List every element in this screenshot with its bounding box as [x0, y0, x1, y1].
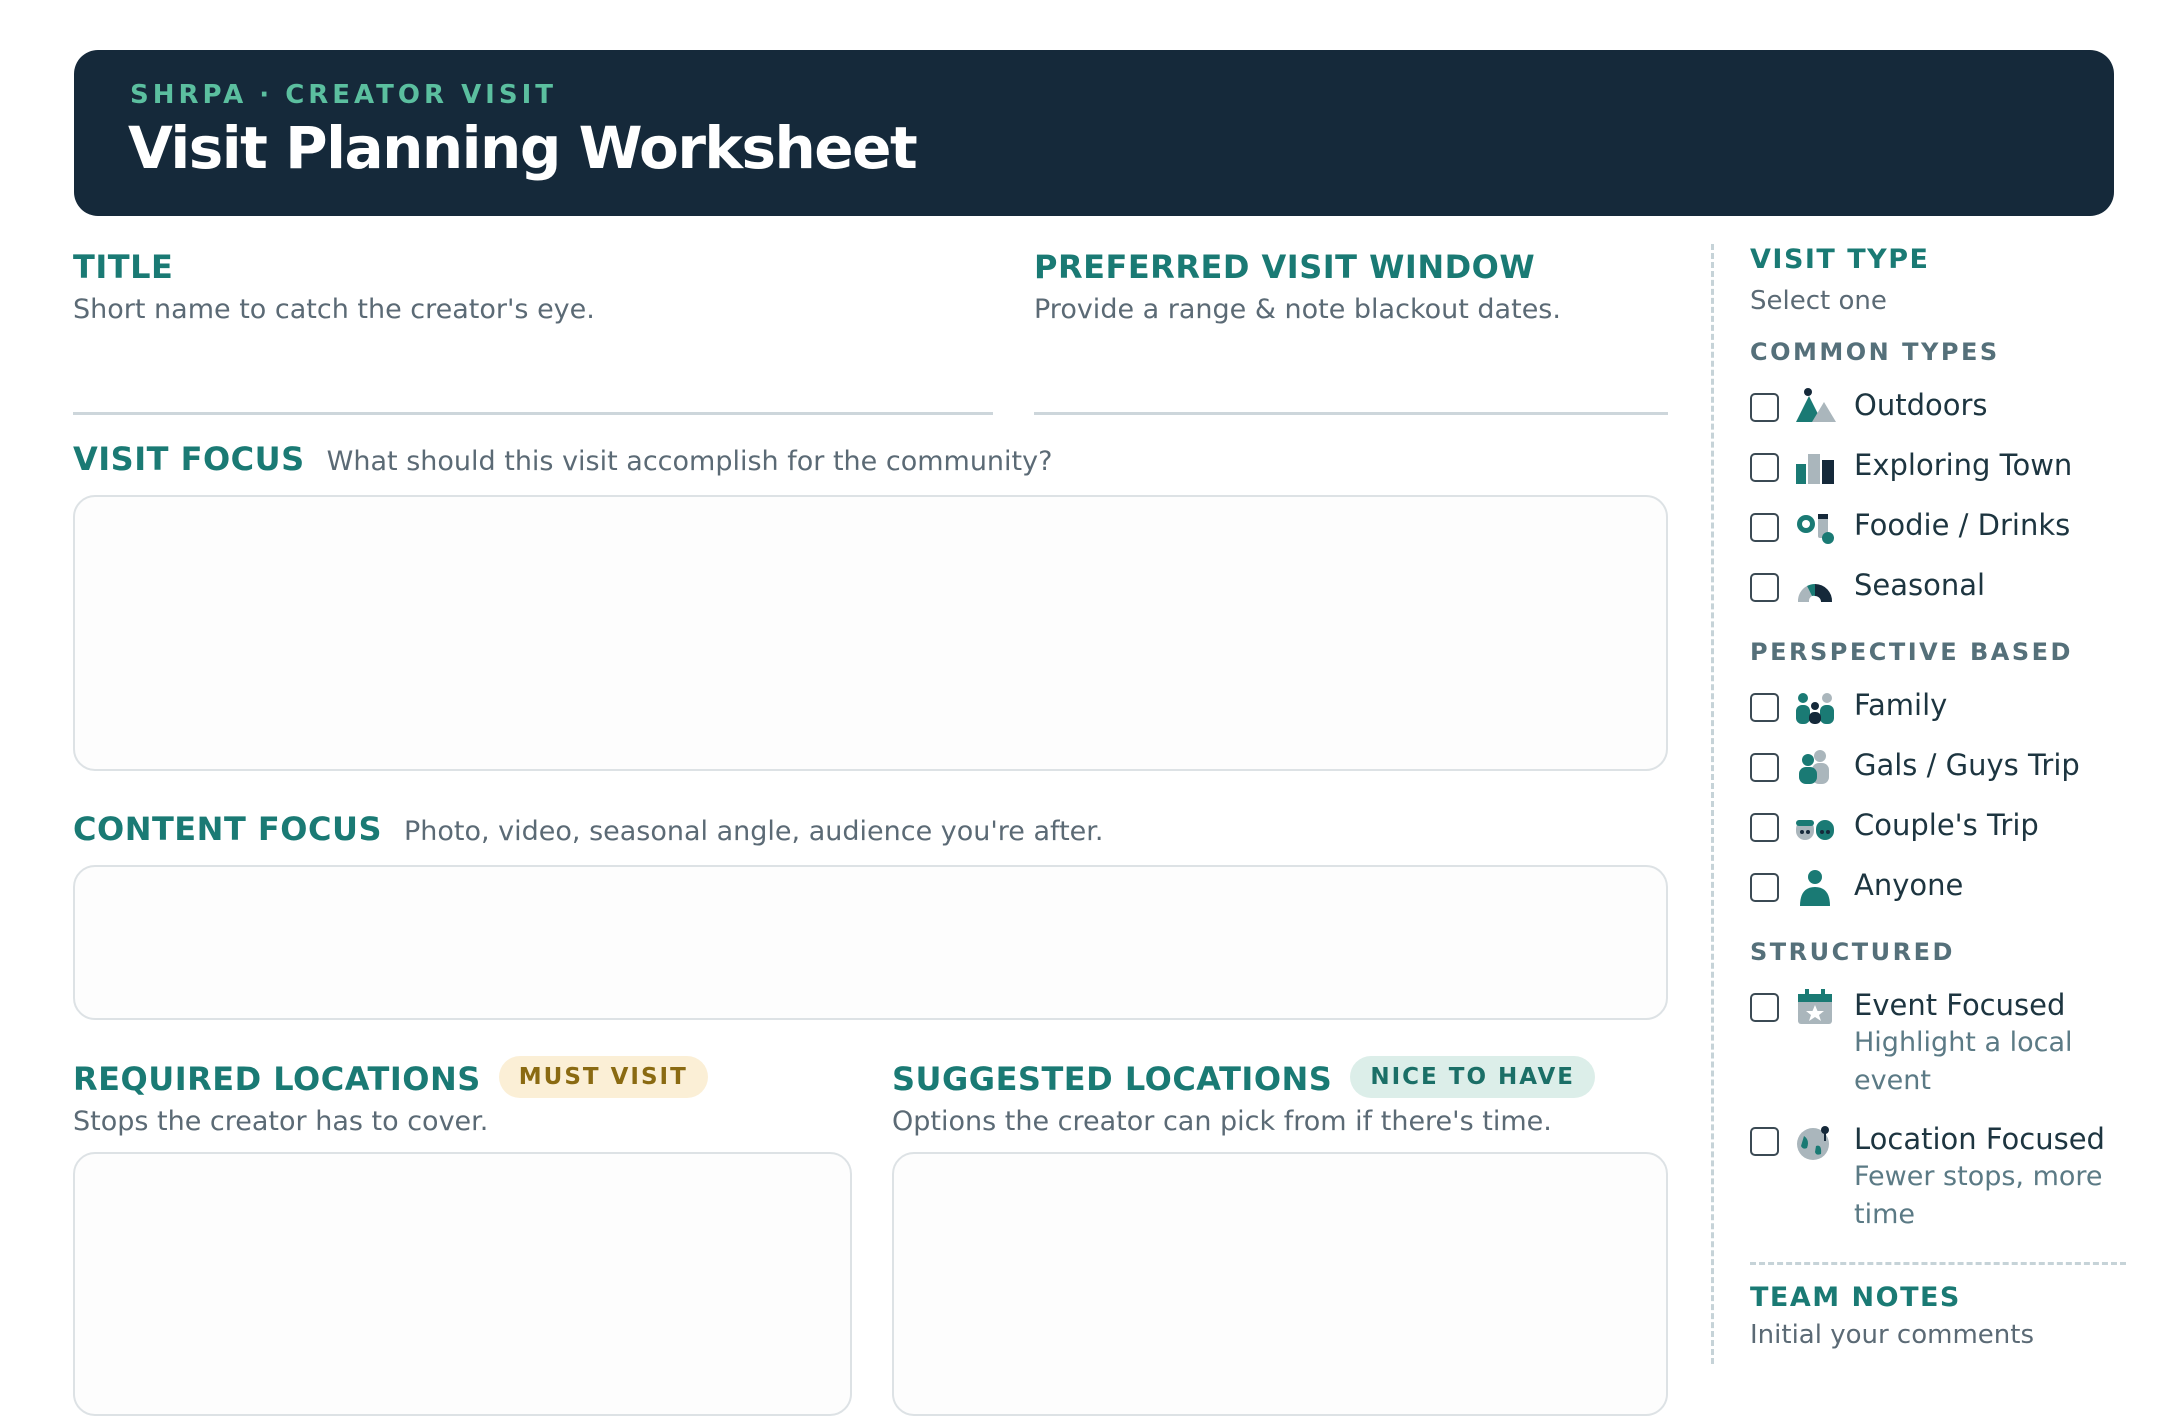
title-hint: Short name to catch the creator's eye. — [73, 294, 595, 325]
person-icon — [1800, 870, 1830, 906]
family-icon — [1796, 693, 1834, 724]
visit-window-input[interactable] — [1034, 412, 1668, 415]
eyebrow: SHRPA · CREATOR VISIT — [130, 80, 557, 110]
group-common-types: COMMON TYPES — [1750, 338, 2000, 366]
option-family[interactable]: Family — [1750, 686, 2150, 732]
location-focused-label: Location Focused — [1854, 1122, 2105, 1156]
mountain-icon — [1796, 388, 1836, 422]
anyone-label: Anyone — [1854, 868, 1964, 902]
exploring-town-label: Exploring Town — [1854, 448, 2073, 482]
nice-to-have-badge: NICE TO HAVE — [1350, 1056, 1595, 1098]
anyone-checkbox[interactable] — [1750, 873, 1779, 902]
suggested-locations-label: SUGGESTED LOCATIONS NICE TO HAVE — [892, 1056, 1595, 1102]
option-foodie-drinks[interactable]: Foodie / Drinks — [1750, 506, 2150, 552]
outdoors-checkbox[interactable] — [1750, 393, 1779, 422]
visit-focus-label: VISIT FOCUS What should this visit accomp… — [73, 440, 1052, 478]
calendar-star-icon — [1798, 989, 1832, 1024]
family-checkbox[interactable] — [1750, 693, 1779, 722]
outdoors-label: Outdoors — [1854, 388, 1988, 422]
option-anyone[interactable]: Anyone — [1750, 866, 2150, 912]
team-notes-label: TEAM NOTES — [1750, 1282, 1961, 1313]
content-focus-hint: Photo, video, seasonal angle, audience y… — [403, 816, 1104, 847]
required-locations-title: REQUIRED LOCATIONS — [73, 1060, 481, 1098]
visit-focus-title: VISIT FOCUS — [73, 440, 305, 478]
title-label: TITLE — [73, 248, 174, 286]
visit-window-hint: Provide a range & note blackout dates. — [1034, 294, 1561, 325]
suggested-locations-hint: Options the creator can pick from if the… — [892, 1106, 1552, 1137]
location-focused-description: Fewer stops, more time — [1854, 1161, 2103, 1230]
couples-trip-checkbox[interactable] — [1750, 813, 1779, 842]
exploring-town-checkbox[interactable] — [1750, 453, 1779, 482]
content-focus-textarea[interactable] — [73, 865, 1668, 1020]
food-drink-icon — [1797, 514, 1834, 544]
page-title: Visit Planning Worksheet — [128, 114, 918, 182]
gals-guys-trip-label: Gals / Guys Trip — [1854, 748, 2080, 782]
option-exploring-town[interactable]: Exploring Town — [1750, 446, 2150, 492]
group-structured: STRUCTURED — [1750, 938, 1955, 966]
required-locations-label: REQUIRED LOCATIONS MUST VISIT — [73, 1056, 708, 1102]
suggested-locations-title: SUGGESTED LOCATIONS — [892, 1060, 1333, 1098]
content-focus-label: CONTENT FOCUS Photo, video, seasonal angl… — [73, 810, 1103, 848]
must-visit-badge: MUST VISIT — [498, 1056, 708, 1098]
couple-icon — [1796, 820, 1834, 840]
page-header: SHRPA · CREATOR VISIT Visit Planning Works… — [74, 50, 2114, 216]
seasonal-label: Seasonal — [1854, 568, 1986, 602]
friends-icon — [1799, 750, 1829, 784]
brand-name: SHRPA — [130, 80, 248, 110]
option-couples-trip[interactable]: Couple's Trip — [1750, 806, 2150, 852]
visit-type-hint: Select one — [1750, 286, 1887, 316]
content-focus-title: CONTENT FOCUS — [73, 810, 382, 848]
event-focused-checkbox[interactable] — [1750, 993, 1779, 1022]
event-focused-label: Event Focused — [1854, 988, 2066, 1022]
visit-type-label: VISIT TYPE — [1750, 244, 1930, 275]
family-label: Family — [1854, 688, 1948, 722]
group-perspective-based: PERSPECTIVE BASED — [1750, 638, 2073, 666]
team-notes-hint: Initial your comments — [1750, 1320, 2035, 1350]
eyebrow-separator: · — [259, 80, 274, 110]
buildings-icon — [1796, 454, 1834, 484]
sidebar-divider — [1711, 244, 1714, 1364]
foodie-drinks-label: Foodie / Drinks — [1854, 508, 2071, 542]
gals-guys-trip-checkbox[interactable] — [1750, 753, 1779, 782]
required-locations-textarea[interactable] — [73, 1152, 852, 1416]
option-event-focused[interactable]: Event Focused Highlight a local event — [1750, 986, 2150, 1098]
eyebrow-label: CREATOR VISIT — [285, 80, 557, 110]
option-gals-guys-trip[interactable]: Gals / Guys Trip — [1750, 746, 2150, 792]
option-location-focused[interactable]: Location Focused Fewer stops, more time — [1750, 1120, 2150, 1232]
visit-focus-hint: What should this visit accomplish for th… — [326, 446, 1053, 477]
option-outdoors[interactable]: Outdoors — [1750, 386, 2150, 432]
globe-pin-icon — [1797, 1126, 1829, 1160]
suggested-locations-textarea[interactable] — [892, 1152, 1668, 1416]
event-focused-description: Highlight a local event — [1854, 1027, 2073, 1096]
couples-trip-label: Couple's Trip — [1854, 808, 2039, 842]
location-focused-checkbox[interactable] — [1750, 1127, 1779, 1156]
foodie-drinks-checkbox[interactable] — [1750, 513, 1779, 542]
seasonal-checkbox[interactable] — [1750, 573, 1779, 602]
visit-window-label: PREFERRED VISIT WINDOW — [1034, 248, 1536, 286]
required-locations-hint: Stops the creator has to cover. — [73, 1106, 489, 1137]
visit-focus-textarea[interactable] — [73, 495, 1668, 771]
team-notes-divider — [1750, 1262, 2126, 1265]
title-input[interactable] — [73, 412, 993, 415]
option-seasonal[interactable]: Seasonal — [1750, 566, 2150, 612]
season-wheel-icon — [1797, 584, 1833, 602]
